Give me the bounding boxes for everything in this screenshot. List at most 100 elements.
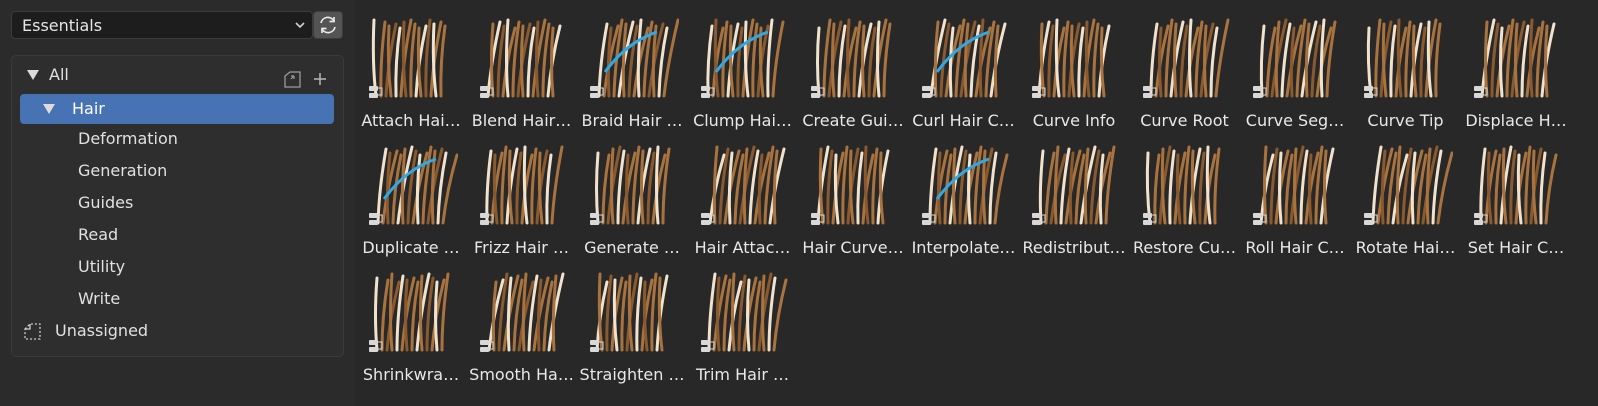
asset-label: Clump Hai… [693,111,792,130]
node-tree-icon [1363,84,1379,98]
asset-tile[interactable]: Curve Root [1129,4,1241,132]
asset-tile[interactable]: Curve Tip [1350,4,1462,132]
asset-tile[interactable]: Restore Cu… [1129,131,1241,259]
tree-item-generation[interactable]: Generation [12,156,343,186]
asset-label: Curve Tip [1367,111,1444,130]
asset-label: Blend Hair… [471,111,572,130]
node-tree-icon [368,84,384,98]
tree-item-unassigned[interactable]: Unassigned [12,316,343,346]
asset-label: Shrinkwra… [362,365,460,384]
tree-item-label: Deformation [78,129,178,148]
node-tree-icon [368,338,384,352]
asset-label: Generate … [584,238,680,257]
asset-label: Restore Cu… [1132,238,1237,257]
asset-label: Attach Hai… [361,111,461,130]
tree-item-label: Read [78,225,119,244]
asset-tile[interactable]: Curve Seg… [1239,4,1351,132]
tree-item-label: Generation [78,161,168,180]
asset-label: Rotate Hai… [1355,238,1456,257]
asset-tile[interactable]: Hair Curve… [797,131,909,259]
asset-library-label: Essentials [22,16,103,35]
asset-label: Curl Hair C… [912,111,1015,130]
node-tree-icon [1031,84,1047,98]
tree-item-label: Guides [78,193,134,212]
asset-tile[interactable]: Rotate Hai… [1350,131,1462,259]
asset-tile[interactable]: Roll Hair C… [1239,131,1351,259]
refresh-icon [320,16,336,34]
asset-grid: Attach Hai… Blend Hair… Braid Hair … Clump … [355,0,1598,406]
asset-label: Displace H… [1465,111,1567,130]
asset-label: Straighten … [579,365,685,384]
asset-label: Roll Hair C… [1245,238,1345,257]
new-catalog-icon[interactable] [282,69,304,89]
node-tree-icon [589,338,605,352]
asset-tile[interactable]: Interpolate… [908,131,1020,259]
node-tree-icon [1363,211,1379,225]
tree-item-write[interactable]: Write [12,284,343,314]
asset-label: Curve Root [1140,111,1229,130]
asset-tile[interactable]: Curl Hair C… [908,4,1020,132]
unassigned-catalog-icon [24,323,41,340]
asset-tile[interactable]: Set Hair C… [1460,131,1572,259]
node-tree-icon [810,84,826,98]
add-icon[interactable] [311,70,329,88]
node-tree-icon [921,84,937,98]
node-tree-icon [589,211,605,225]
tree-item-all[interactable]: All [12,60,343,90]
node-tree-icon [1142,84,1158,98]
asset-tile[interactable]: Create Gui… [797,4,909,132]
asset-tile[interactable]: Shrinkwra… [355,258,467,386]
tree-item-label: All [49,65,69,84]
asset-label: Hair Attac… [694,238,791,257]
refresh-library-button[interactable] [313,11,343,39]
asset-tile[interactable]: Duplicate … [355,131,467,259]
asset-tile[interactable]: Trim Hair … [687,258,799,386]
asset-tile[interactable]: Displace H… [1460,4,1572,132]
asset-tile[interactable]: Curve Info [1018,4,1130,132]
node-tree-icon [368,211,384,225]
asset-label: Interpolate… [911,238,1016,257]
asset-label: Create Gui… [802,111,904,130]
node-tree-icon [589,84,605,98]
asset-tile[interactable]: Blend Hair… [466,4,578,132]
asset-label: Curve Info [1032,111,1116,130]
tree-tools [282,68,329,89]
asset-browser-sidebar: Essentials All Hair Deformation Generati… [0,0,348,406]
asset-tile[interactable]: Straighten … [576,258,688,386]
asset-tile[interactable]: Smooth Ha… [466,258,578,386]
asset-tile[interactable]: Attach Hai… [355,4,467,132]
asset-label: Frizz Hair … [474,238,569,257]
asset-label: Redistribut… [1022,238,1126,257]
asset-tile[interactable]: Redistribut… [1018,131,1130,259]
asset-tile[interactable]: Clump Hai… [687,4,799,132]
node-tree-icon [1252,211,1268,225]
asset-tile[interactable]: Generate … [576,131,688,259]
node-tree-icon [1473,84,1489,98]
tree-item-label: Utility [78,257,126,276]
node-tree-icon [700,338,716,352]
asset-tile[interactable]: Frizz Hair … [466,131,578,259]
node-tree-icon [700,211,716,225]
node-tree-icon [1031,211,1047,225]
node-tree-icon [810,211,826,225]
asset-label: Hair Curve… [802,238,904,257]
node-tree-icon [479,338,495,352]
asset-tile[interactable]: Hair Attac… [687,131,799,259]
node-tree-icon [1252,84,1268,98]
asset-library-dropdown[interactable]: Essentials [11,11,313,39]
asset-label: Curve Seg… [1245,111,1345,130]
tree-item-utility[interactable]: Utility [12,252,343,282]
asset-label: Set Hair C… [1467,238,1565,257]
node-tree-icon [479,84,495,98]
asset-label: Trim Hair … [695,365,790,384]
chevron-down-icon [295,22,305,29]
tree-item-deformation[interactable]: Deformation [12,124,343,154]
asset-label: Duplicate … [362,238,460,257]
expand-triangle-icon [27,70,39,80]
tree-item-hair[interactable]: Hair [20,94,334,124]
tree-item-guides[interactable]: Guides [12,188,343,218]
catalog-tree: All Hair Deformation Generation Guides R… [11,55,344,357]
asset-tile[interactable]: Braid Hair … [576,4,688,132]
tree-item-read[interactable]: Read [12,220,343,250]
expand-triangle-icon [43,104,55,114]
